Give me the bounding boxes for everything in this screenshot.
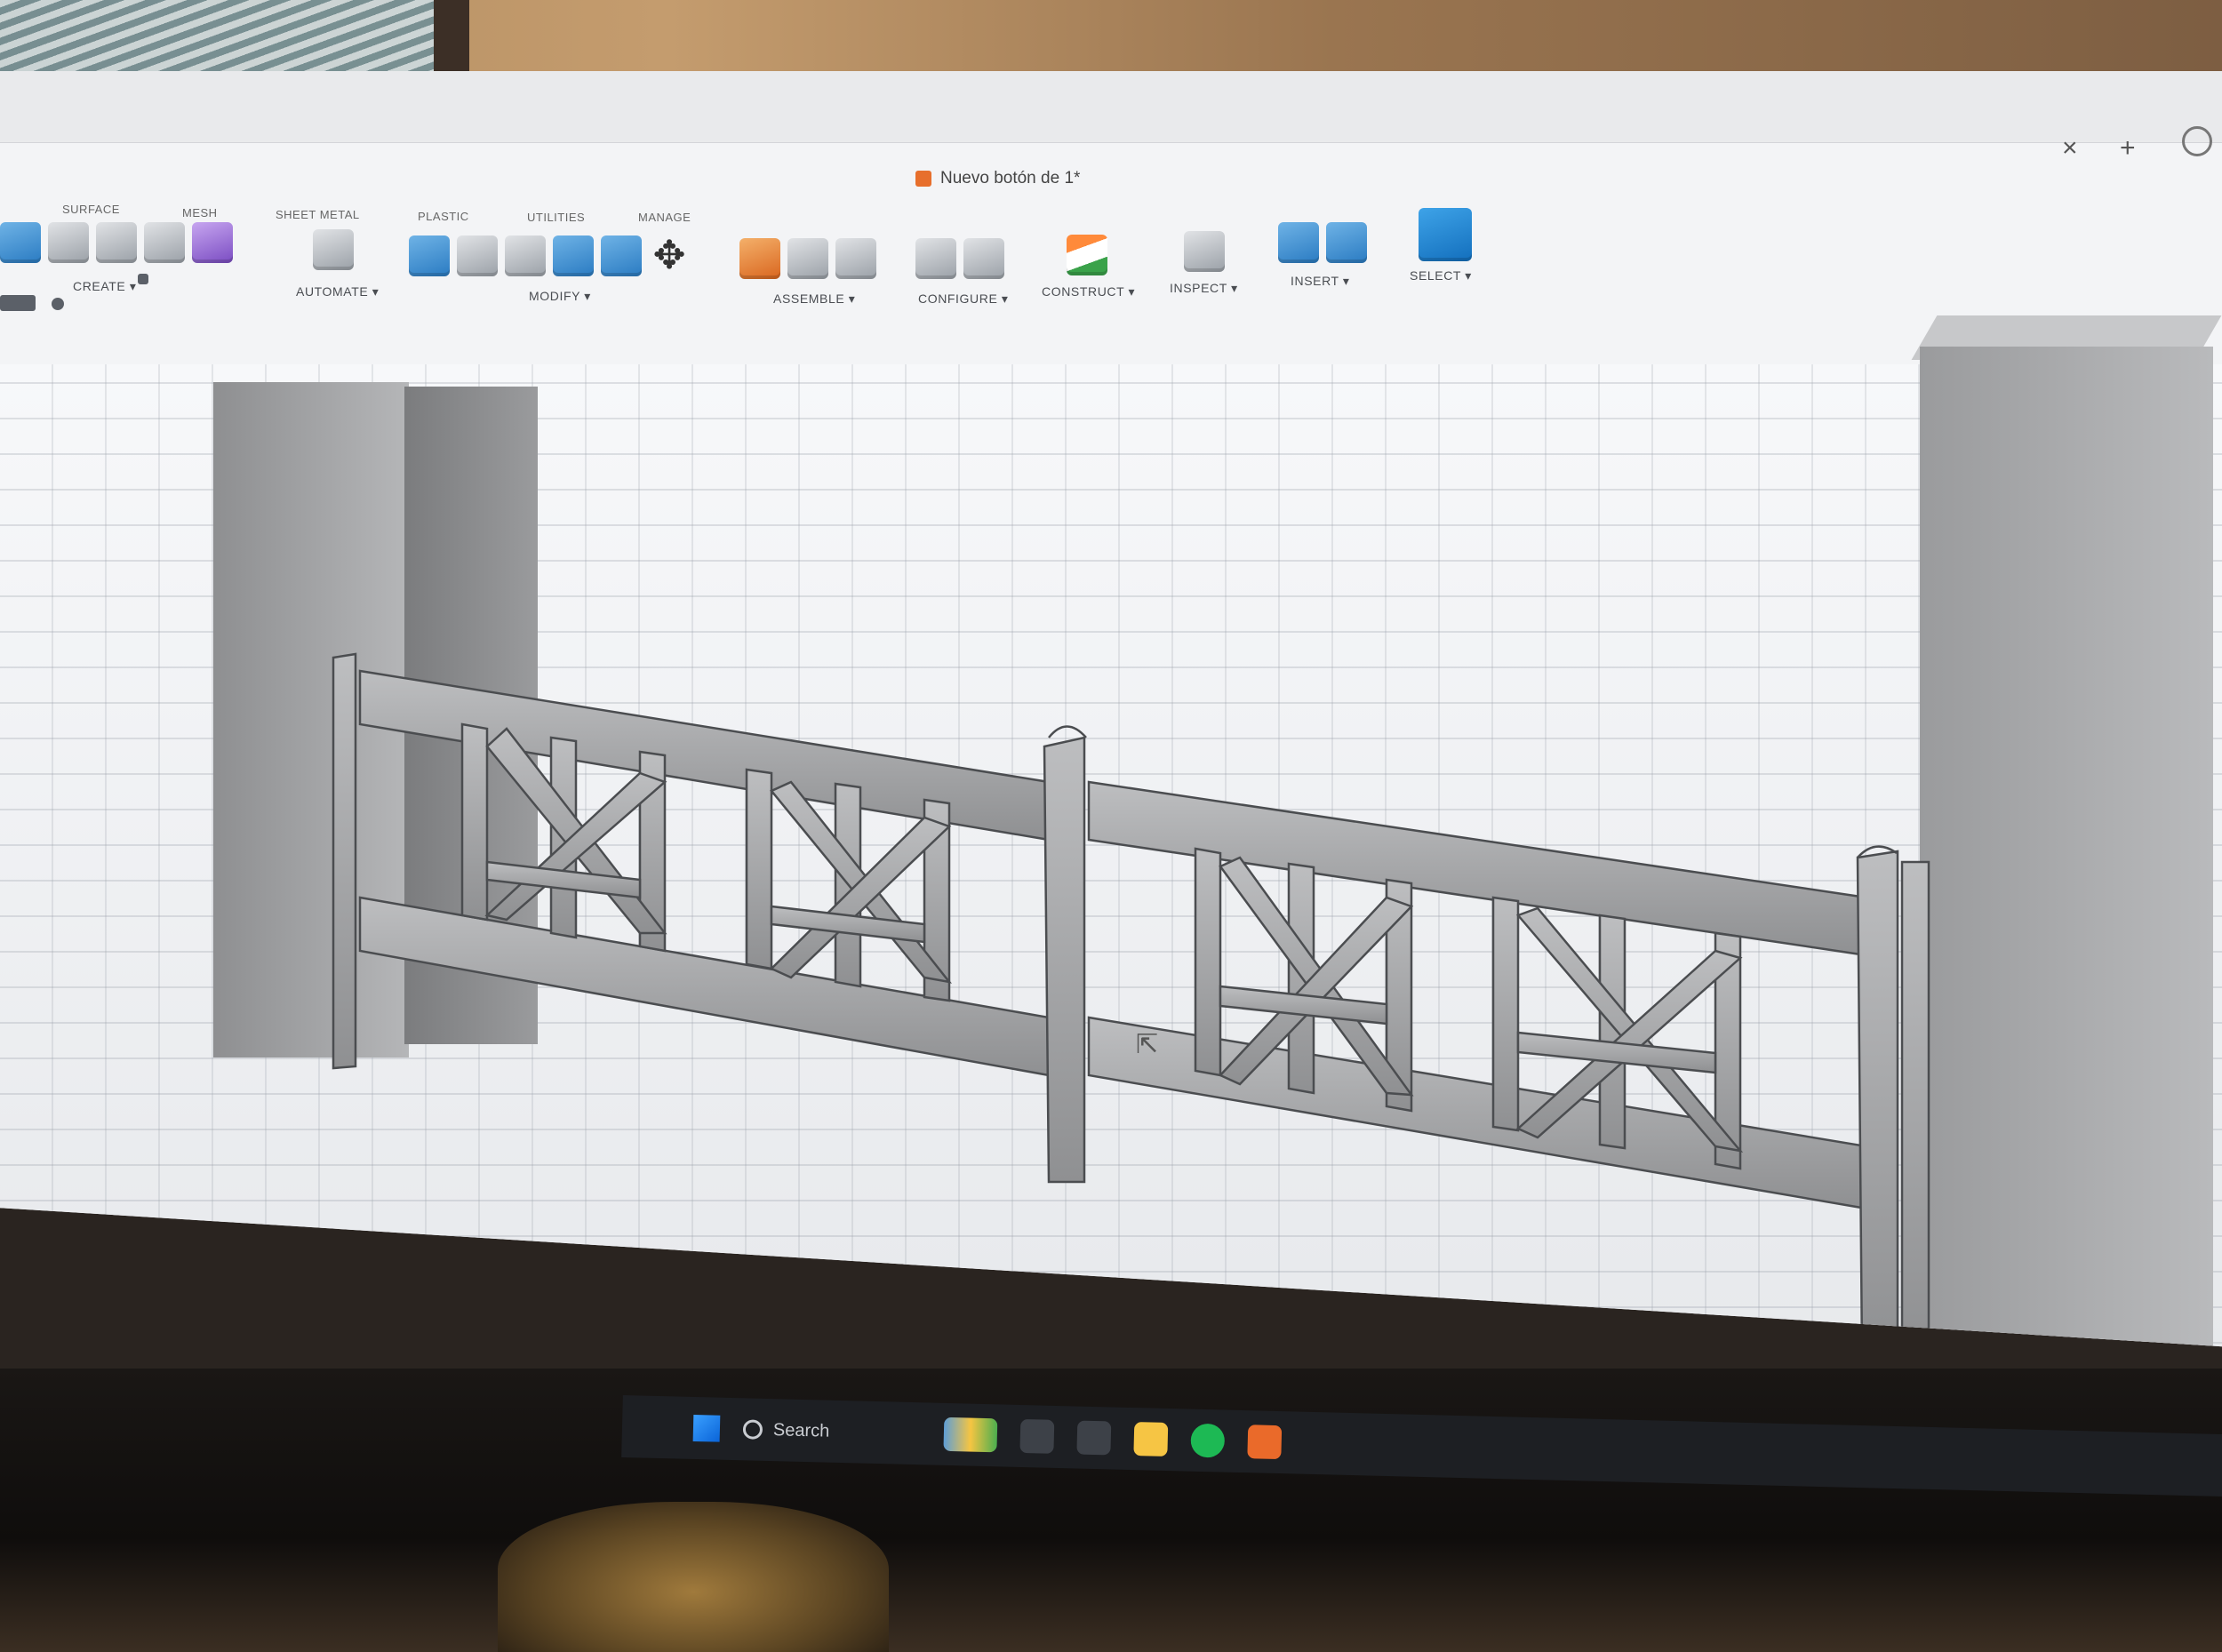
windows-start-icon[interactable]	[692, 1414, 721, 1442]
3d-viewport[interactable]: ⇱	[0, 315, 2222, 1413]
configure-menu[interactable]: CONFIGURE ▾	[918, 291, 1009, 307]
left-gate-end-post	[332, 652, 357, 1070]
desk-object	[498, 1502, 889, 1652]
document-title-text: Nuevo botón de 1*	[940, 169, 1081, 188]
taskbar-search[interactable]: Search	[742, 1419, 922, 1444]
select-cursor-icon[interactable]	[1419, 208, 1472, 261]
insert-tools	[1278, 222, 1367, 263]
gate-model[interactable]	[0, 364, 2222, 1413]
panel-pin-icon[interactable]	[138, 274, 148, 284]
tab-mesh[interactable]: MESH	[182, 206, 218, 219]
insert-derive-icon[interactable]	[1278, 222, 1319, 263]
modify-tools: ✥	[409, 235, 690, 276]
joint-icon[interactable]	[787, 238, 828, 279]
tab-utilities[interactable]: UTILITIES	[527, 211, 585, 224]
automate-tools	[313, 229, 354, 270]
automate-menu[interactable]: AUTOMATE ▾	[296, 284, 379, 299]
combine-icon[interactable]	[553, 235, 594, 276]
construct-menu[interactable]: CONSTRUCT ▾	[1042, 284, 1135, 299]
right-gate-end-post	[1856, 850, 1899, 1347]
assemble-tools	[739, 238, 876, 279]
form-icon[interactable]	[192, 222, 233, 263]
task-view-icon[interactable]	[1019, 1418, 1055, 1454]
browser-panel-header[interactable]	[0, 295, 36, 311]
extrude-icon[interactable]	[48, 222, 89, 263]
widgets-icon[interactable]	[943, 1417, 998, 1453]
construct-tools	[1067, 235, 1107, 275]
search-label: Search	[772, 1419, 830, 1441]
table-icon[interactable]	[963, 238, 1004, 279]
fusion-app-icon[interactable]	[1247, 1425, 1283, 1460]
modify-menu[interactable]: MODIFY ▾	[529, 289, 591, 304]
new-component-assemble-icon[interactable]	[739, 238, 780, 279]
user-icon[interactable]	[2182, 126, 2212, 156]
split-body-icon[interactable]	[601, 235, 642, 276]
insert-canvas-icon[interactable]	[1326, 222, 1367, 263]
configure-icon[interactable]	[915, 238, 956, 279]
as-built-joint-icon[interactable]	[835, 238, 876, 279]
fillet-icon[interactable]	[457, 235, 498, 276]
add-tab-icon[interactable]: +	[2120, 133, 2136, 164]
select-menu[interactable]: SELECT ▾	[1410, 268, 1472, 283]
browser-visibility-icon[interactable]	[52, 298, 64, 310]
center-post-left	[1043, 736, 1086, 1184]
select-tools	[1419, 208, 1472, 261]
press-pull-icon[interactable]	[409, 235, 450, 276]
assemble-menu[interactable]: ASSEMBLE ▾	[773, 291, 855, 307]
tab-sheet-metal[interactable]: SHEET METAL	[276, 208, 360, 221]
insert-menu[interactable]: INSERT ▾	[1291, 274, 1350, 289]
revolve-icon[interactable]	[96, 222, 137, 263]
new-component-icon[interactable]	[0, 222, 41, 263]
spotify-icon[interactable]	[1190, 1423, 1226, 1458]
monitor-screen: Nuevo botón de 1* × + SURFACE MESH SHEET…	[0, 71, 2222, 1413]
automate-icon[interactable]	[313, 229, 354, 270]
tab-manage[interactable]: MANAGE	[638, 211, 691, 224]
configure-tools	[915, 238, 1004, 279]
mouse-cursor-icon: ⇱	[1136, 1030, 1159, 1059]
file-explorer-icon[interactable]	[1133, 1422, 1169, 1456]
title-bar	[0, 71, 2222, 143]
document-title[interactable]: Nuevo botón de 1*	[915, 169, 1080, 188]
tab-surface[interactable]: SURFACE	[62, 203, 120, 216]
move-icon[interactable]: ✥	[649, 235, 690, 276]
offset-plane-icon[interactable]	[1067, 235, 1107, 275]
close-icon[interactable]: ×	[2062, 133, 2078, 164]
tab-plastic[interactable]: PLASTIC	[418, 210, 469, 223]
teams-icon[interactable]	[1076, 1420, 1112, 1456]
inspect-menu[interactable]: INSPECT ▾	[1170, 281, 1238, 296]
fusion-file-icon	[915, 171, 931, 187]
measure-icon[interactable]	[1184, 231, 1225, 272]
inspect-tools	[1184, 231, 1225, 272]
create-menu[interactable]: CREATE ▾	[73, 279, 136, 294]
search-icon	[742, 1419, 763, 1440]
shell-icon[interactable]	[505, 235, 546, 276]
sketch-icon[interactable]	[144, 222, 185, 263]
create-tools	[0, 222, 233, 263]
